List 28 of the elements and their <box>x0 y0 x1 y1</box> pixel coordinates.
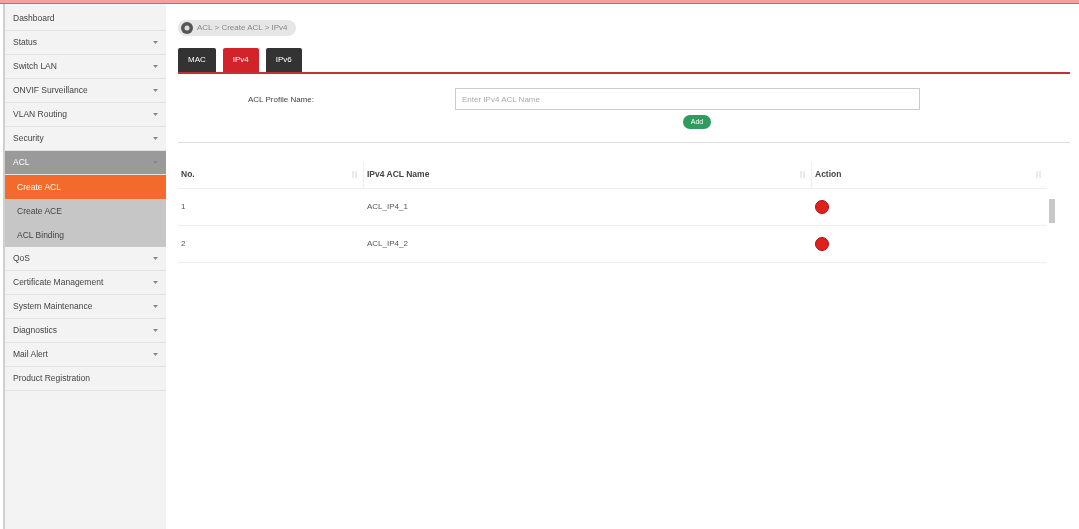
tab[interactable]: IPv6 <box>265 48 302 72</box>
delete-button[interactable] <box>815 237 829 251</box>
delete-button[interactable] <box>815 200 829 214</box>
sidebar-item[interactable]: Product Registration <box>5 367 166 391</box>
sidebar-item[interactable]: Status <box>5 31 166 55</box>
table-cell-text: ACL_IP4_1 <box>366 201 409 213</box>
sidebar-item[interactable]: Diagnostics <box>5 319 166 343</box>
column-header: No. <box>181 168 195 181</box>
table-cell-text: 2 <box>180 238 187 250</box>
sidebar-item[interactable]: ONVIF Surveillance <box>5 79 166 103</box>
table-cell-text: 1 <box>180 201 187 213</box>
column-header: IPv4 ACL Name <box>367 168 430 181</box>
sidebar-item[interactable]: Mail Alert <box>5 343 166 367</box>
sidebar-item[interactable]: QoS <box>5 247 166 271</box>
submenu-item[interactable]: Create ACE <box>5 199 166 223</box>
tab[interactable]: MAC <box>178 48 216 72</box>
sidebar-item[interactable]: System Maintenance <box>5 295 166 319</box>
submenu-item[interactable]: ACL Binding <box>5 223 166 247</box>
sidebar-item[interactable]: VLAN Routing <box>5 103 166 127</box>
breadcrumb-text: ACL > Create ACL > IPv4 <box>197 22 288 34</box>
column-header: Action <box>815 168 842 181</box>
sidebar-item[interactable]: Certificate Management <box>5 271 166 295</box>
sidebar-item[interactable]: Switch LAN <box>5 55 166 79</box>
tab[interactable]: IPv4 <box>222 48 259 72</box>
sidebar-item[interactable]: Dashboard <box>5 7 166 31</box>
table-cell-text: ACL_IP4_2 <box>366 238 409 250</box>
input-field[interactable]: Enter IPv4 ACL Name <box>455 88 920 110</box>
field-label: ACL Profile Name: <box>247 94 315 106</box>
